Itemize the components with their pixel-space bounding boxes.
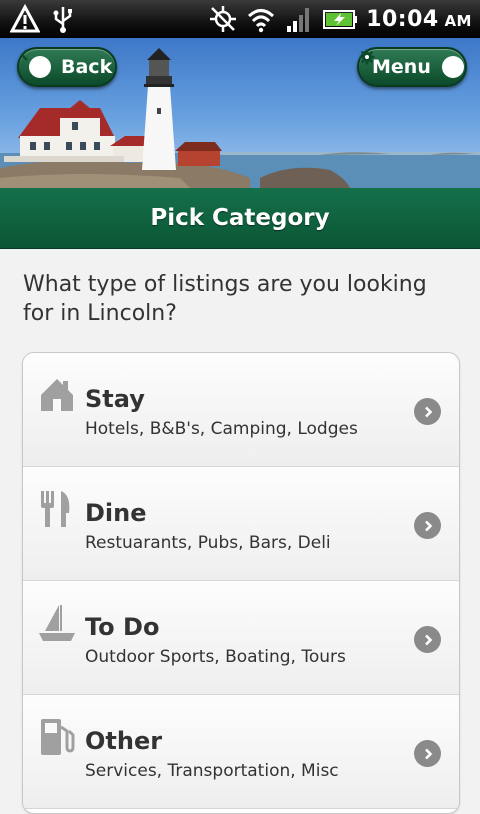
category-title: To Do xyxy=(85,613,160,641)
clock: 10:04 AM xyxy=(366,6,472,32)
category-subtitle: Services, Transportation, Misc xyxy=(85,761,339,781)
category-title: Dine xyxy=(85,499,147,527)
chevron-right-icon xyxy=(414,512,441,539)
chevron-right-icon xyxy=(414,740,441,767)
category-other[interactable]: Other Services, Transportation, Misc xyxy=(23,695,459,809)
gear-icon xyxy=(359,49,464,78)
fork-knife-icon xyxy=(41,491,70,527)
menu-button[interactable]: Menu xyxy=(357,47,467,87)
category-title: Other xyxy=(85,727,163,755)
signal-icon xyxy=(287,8,310,32)
menu-label: Menu xyxy=(372,56,431,78)
listing-prompt: What type of listings are you looking fo… xyxy=(23,272,427,326)
house-icon xyxy=(41,379,73,411)
wifi-icon xyxy=(248,9,275,33)
category-todo[interactable]: To Do Outdoor Sports, Boating, Tours xyxy=(23,581,459,695)
usb-icon xyxy=(53,7,72,33)
category-stay[interactable]: Stay Hotels, B&B's, Camping, Lodges xyxy=(23,353,459,467)
back-arrow-icon xyxy=(20,49,51,78)
back-button[interactable]: Back xyxy=(17,47,117,87)
chevron-right-icon xyxy=(414,398,441,425)
page-title: Pick Category xyxy=(0,188,480,249)
gps-off-icon xyxy=(210,6,237,32)
sailboat-icon xyxy=(39,605,75,641)
category-title: Stay xyxy=(85,385,145,413)
category-subtitle: Restuarants, Pubs, Bars, Deli xyxy=(85,533,331,553)
category-subtitle: Hotels, B&B's, Camping, Lodges xyxy=(85,419,358,439)
back-label: Back xyxy=(61,56,113,78)
header-image: Back Menu xyxy=(0,38,480,188)
category-subtitle: Outdoor Sports, Boating, Tours xyxy=(85,647,346,667)
category-list: Stay Hotels, B&B's, Camping, Lodges Dine… xyxy=(22,352,460,814)
gas-pump-icon xyxy=(41,719,75,755)
battery-charging-icon xyxy=(323,10,358,29)
chevron-right-icon xyxy=(414,626,441,653)
warning-icon xyxy=(10,4,40,33)
category-dine[interactable]: Dine Restuarants, Pubs, Bars, Deli xyxy=(23,467,459,581)
status-bar: 10:04 AM xyxy=(0,0,480,38)
